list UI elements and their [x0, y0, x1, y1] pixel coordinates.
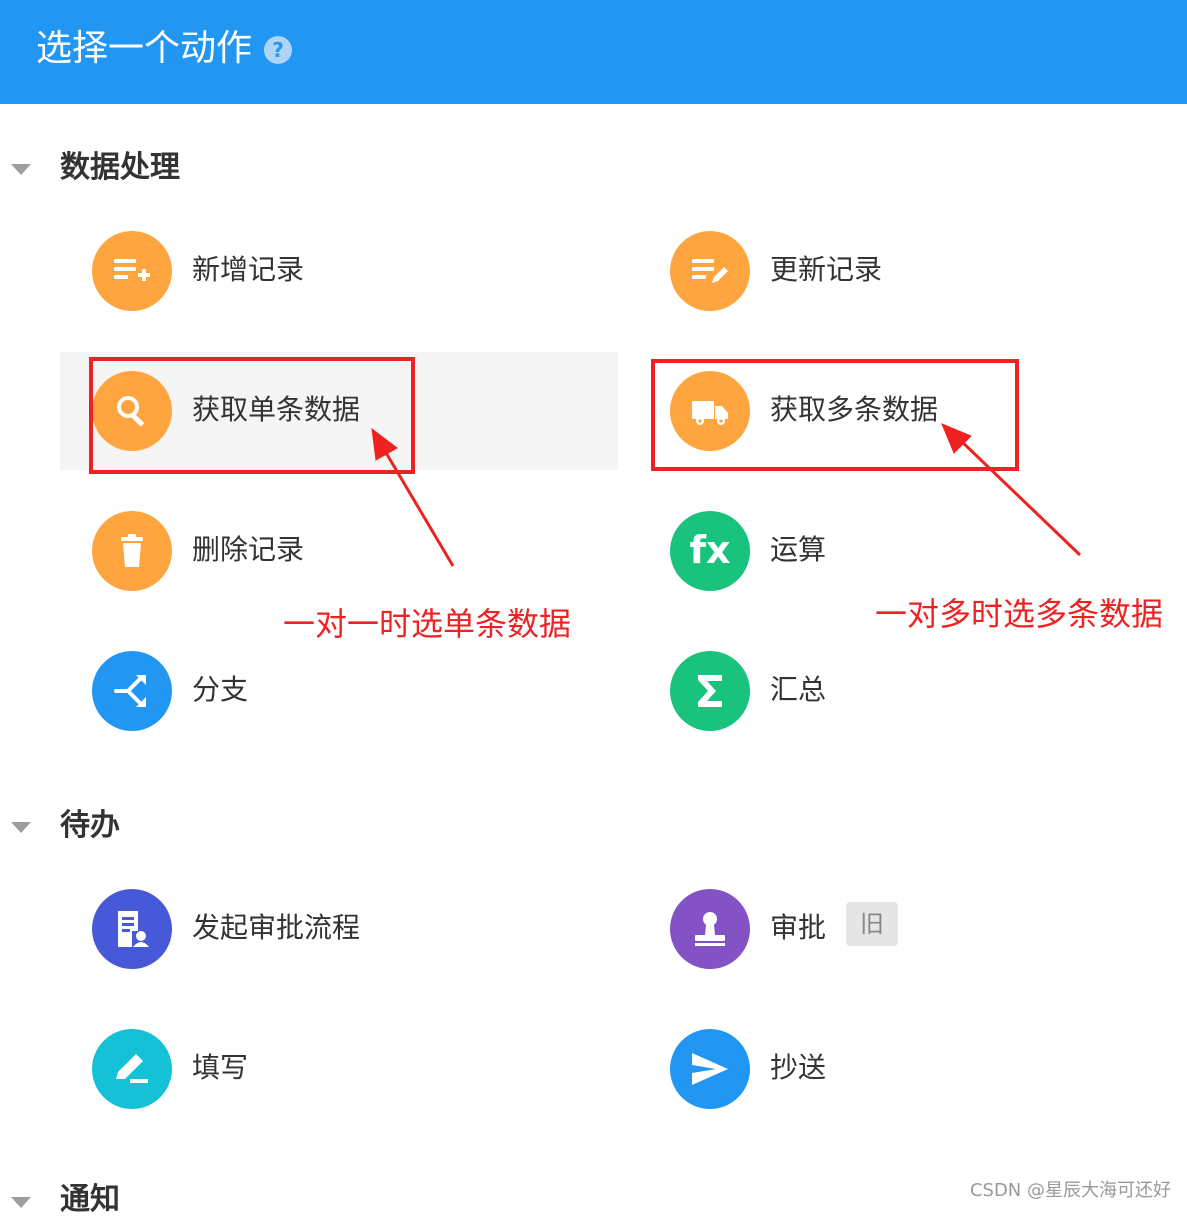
watermark: CSDN @星辰大海可还好 — [969, 1180, 1171, 1201]
arrow-head-single — [371, 427, 398, 461]
arrow-line-single — [380, 445, 455, 567]
arrow-line-multi — [956, 436, 1082, 557]
annotation-text-single: 一对一时选单条数据 — [283, 605, 572, 643]
annotation-text-multi: 一对多时选多条数据 — [875, 595, 1164, 633]
arrow-head-multi — [941, 423, 972, 454]
